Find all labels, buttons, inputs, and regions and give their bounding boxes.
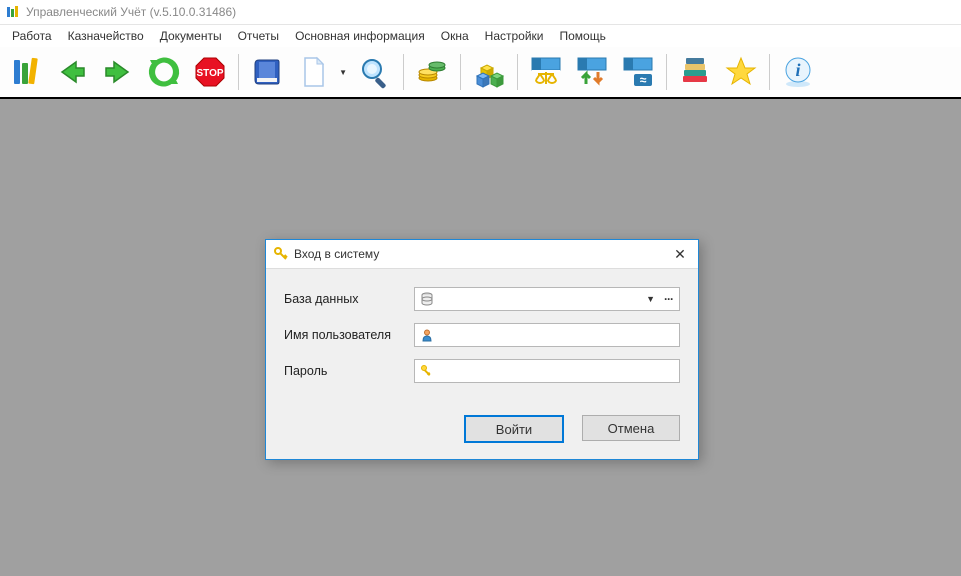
app-books-icon — [8, 54, 44, 90]
svg-text:≈: ≈ — [640, 73, 647, 87]
toolbar-sep — [403, 54, 404, 90]
password-field[interactable] — [414, 359, 680, 383]
grid-approx-icon: ≈ — [620, 54, 656, 90]
search-icon — [357, 54, 393, 90]
grid-transfer-icon — [574, 54, 610, 90]
dialog-body: База данных ▼ ··· Имя пользователя — [266, 269, 698, 401]
toolbar-favorite[interactable] — [719, 50, 763, 94]
username-input[interactable] — [439, 327, 675, 343]
toolbar-cubes[interactable] — [467, 50, 511, 94]
menu-maininfo[interactable]: Основная информация — [287, 27, 433, 45]
dropdown-arrow-icon: ▼ — [339, 68, 347, 77]
toolbar-sep — [769, 54, 770, 90]
nav-back-icon — [54, 54, 90, 90]
row-database: База данных ▼ ··· — [284, 287, 680, 311]
workspace: Вход в систему ✕ База данных ▼ — [0, 99, 961, 576]
window-title: Управленческий Учёт (v.5.10.0.31486) — [26, 5, 236, 19]
dialog-buttons: Войти Отмена — [266, 401, 698, 459]
stop-icon: STOP — [192, 54, 228, 90]
toolbar-search[interactable] — [353, 50, 397, 94]
database-select[interactable]: ▼ ··· — [414, 287, 680, 311]
browse-button[interactable]: ··· — [664, 292, 673, 306]
svg-text:STOP: STOP — [196, 68, 223, 79]
dialog-titlebar: Вход в систему ✕ — [266, 240, 698, 269]
book-icon — [249, 54, 285, 90]
toolbar-new-doc[interactable]: ▼ — [291, 50, 351, 94]
password-input[interactable] — [439, 363, 675, 379]
toolbar-app-books[interactable] — [4, 50, 48, 94]
app-icon — [6, 5, 20, 19]
user-icon — [419, 327, 435, 343]
toolbar-coins[interactable] — [410, 50, 454, 94]
label-database: База данных — [284, 292, 414, 306]
row-username: Имя пользователя — [284, 323, 680, 347]
toolbar-info[interactable]: i — [776, 50, 820, 94]
menu-documents[interactable]: Документы — [152, 27, 230, 45]
toolbar-grid-approx[interactable]: ≈ — [616, 50, 660, 94]
toolbar-book[interactable] — [245, 50, 289, 94]
toolbar-sep — [666, 54, 667, 90]
toolbar-grid-scales[interactable] — [524, 50, 568, 94]
cubes-icon — [471, 54, 507, 90]
new-doc-icon — [295, 54, 331, 90]
key-icon — [274, 247, 288, 261]
toolbar-stop[interactable]: STOP — [188, 50, 232, 94]
password-key-icon — [419, 363, 435, 379]
menu-work[interactable]: Работа — [4, 27, 60, 45]
coins-icon — [414, 54, 450, 90]
toolbar-forward[interactable] — [96, 50, 140, 94]
menu-reports[interactable]: Отчеты — [230, 27, 287, 45]
refresh-icon — [146, 54, 182, 90]
username-field[interactable] — [414, 323, 680, 347]
toolbar: STOP ▼ — [0, 47, 961, 99]
database-input[interactable] — [439, 291, 675, 307]
dialog-close-button[interactable]: ✕ — [670, 246, 690, 263]
menu-help[interactable]: Помощь — [552, 27, 614, 45]
books-colored-icon — [677, 54, 713, 90]
menu-windows[interactable]: Окна — [433, 27, 477, 45]
row-password: Пароль — [284, 359, 680, 383]
toolbar-sep — [517, 54, 518, 90]
menu-settings[interactable]: Настройки — [477, 27, 552, 45]
login-dialog: Вход в систему ✕ База данных ▼ — [265, 239, 699, 460]
menu-treasury[interactable]: Казначейство — [60, 27, 152, 45]
nav-forward-icon — [100, 54, 136, 90]
toolbar-books-colored[interactable] — [673, 50, 717, 94]
toolbar-sep — [460, 54, 461, 90]
database-icon — [419, 291, 435, 307]
titlebar: Управленческий Учёт (v.5.10.0.31486) — [0, 0, 961, 25]
cancel-button[interactable]: Отмена — [582, 415, 680, 441]
dialog-title-text: Вход в систему — [294, 247, 379, 261]
dropdown-arrow-icon[interactable]: ▼ — [646, 294, 655, 304]
toolbar-back[interactable] — [50, 50, 94, 94]
grid-scales-icon — [528, 54, 564, 90]
login-button[interactable]: Войти — [464, 415, 564, 443]
label-password: Пароль — [284, 364, 414, 378]
svg-text:i: i — [795, 60, 800, 80]
favorite-icon — [723, 54, 759, 90]
toolbar-grid-transfer[interactable] — [570, 50, 614, 94]
info-icon: i — [780, 54, 816, 90]
toolbar-sep — [238, 54, 239, 90]
menubar: Работа Казначейство Документы Отчеты Осн… — [0, 25, 961, 47]
toolbar-refresh[interactable] — [142, 50, 186, 94]
label-username: Имя пользователя — [284, 328, 414, 342]
